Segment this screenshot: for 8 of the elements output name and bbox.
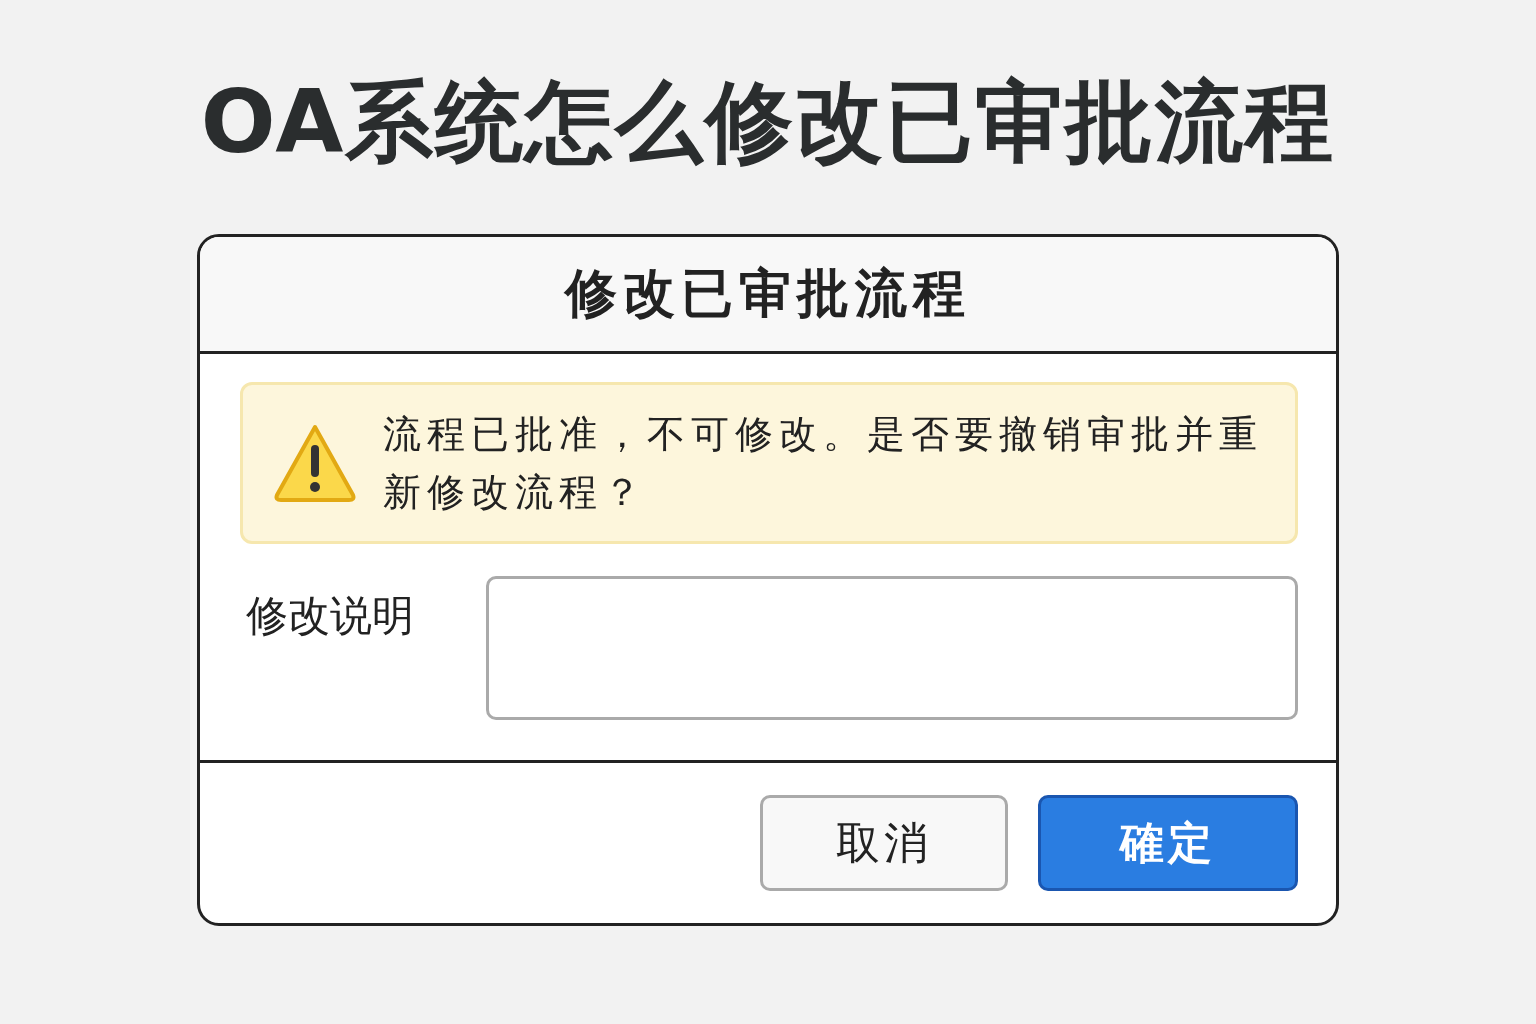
page-heading: OA系统怎么修改已审批流程 <box>200 69 1336 175</box>
dialog-title: 修改已审批流程 <box>565 262 971 325</box>
warning-message: 流程已批准，不可修改。是否要撤销审批并重新修改流程？ <box>383 411 1263 516</box>
cancel-button[interactable]: 取消 <box>760 795 1008 891</box>
confirm-button[interactable]: 確定 <box>1038 795 1298 891</box>
description-field[interactable] <box>486 576 1298 720</box>
field-label: 修改说明 <box>245 590 415 642</box>
warning-icon <box>273 423 357 503</box>
